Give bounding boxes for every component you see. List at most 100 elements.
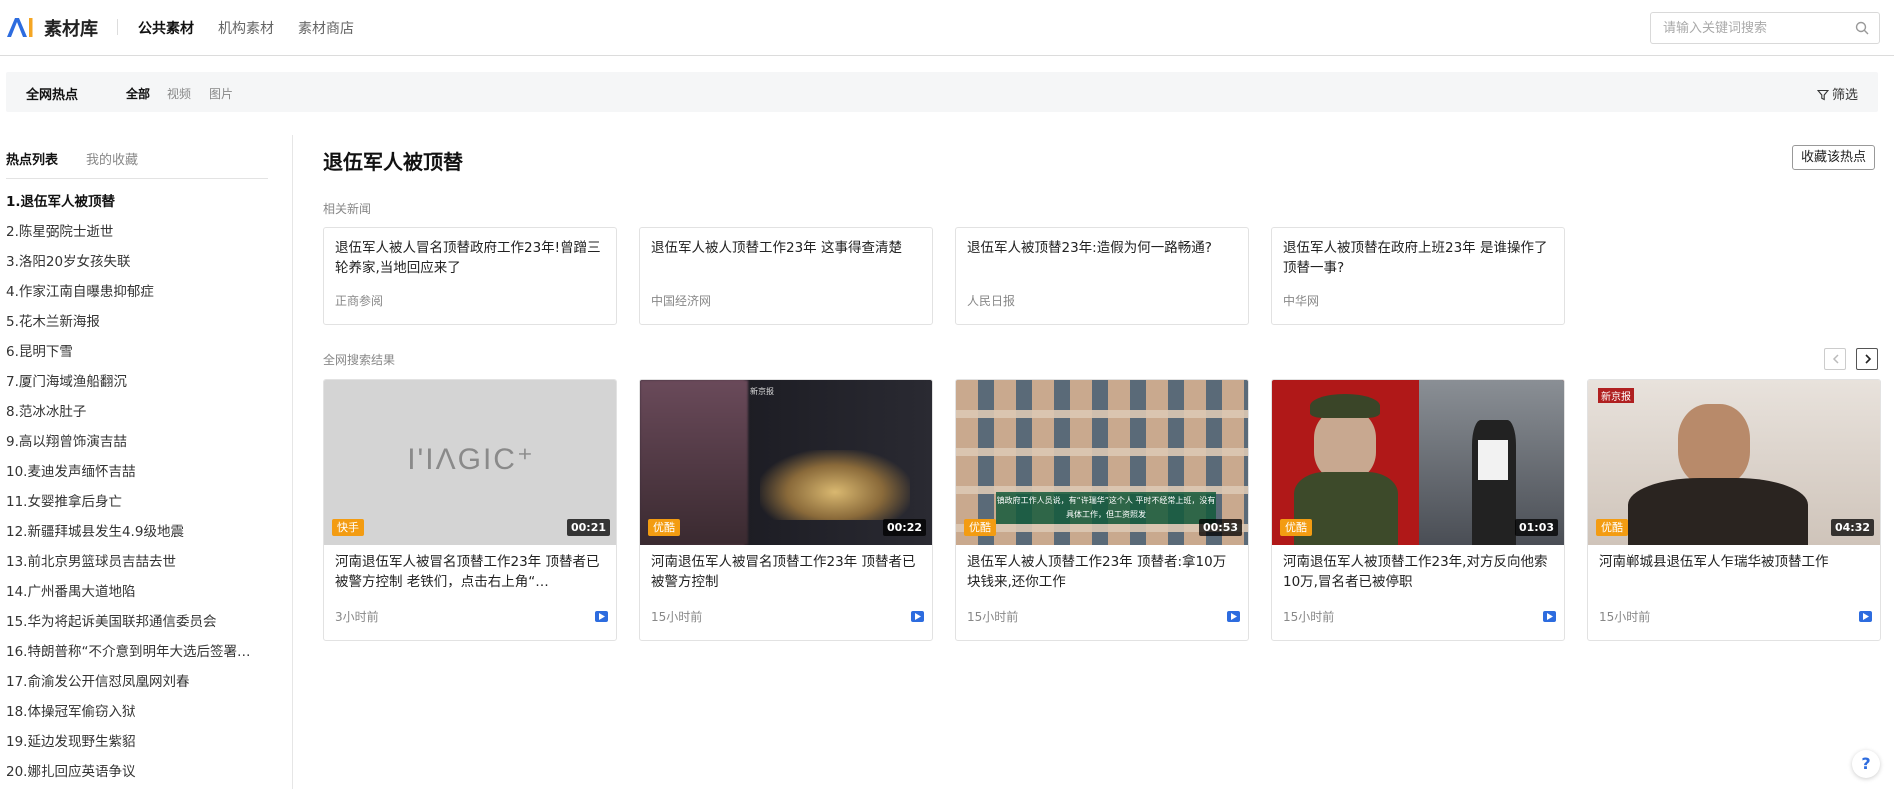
video-title: 退伍军人被人顶替工作23年 顶替者:拿10万块钱来,还你工作 bbox=[967, 554, 1227, 590]
news-title: 退伍军人被顶替在政府上班23年 是谁操作了顶替一事? bbox=[1283, 240, 1548, 276]
thumbnail-logo: 新京报 bbox=[750, 387, 774, 396]
video-time: 15小时前 bbox=[1599, 610, 1651, 624]
help-button[interactable]: ? bbox=[1852, 750, 1880, 778]
news-source: 人民日报 bbox=[967, 294, 1016, 308]
platform-badge: 优酷 bbox=[1280, 519, 1312, 536]
news-card[interactable]: 退伍军人被人冒名顶替政府工作23年!曾蹭三轮养家,当地回应来了 正商参阅 bbox=[323, 227, 617, 325]
nav-public-assets[interactable]: 公共素材 bbox=[138, 18, 194, 38]
video-card[interactable]: 优酷 01:03 河南退伍军人被顶替工作23年,对方反向他索10万,冒名者已被停… bbox=[1271, 379, 1565, 641]
video-duration: 00:22 bbox=[882, 519, 926, 536]
platform-badge: 优酷 bbox=[964, 519, 996, 536]
portrait-cap bbox=[1310, 394, 1380, 418]
tab-video[interactable]: 视频 bbox=[167, 85, 191, 102]
held-document bbox=[1478, 440, 1508, 480]
video-title: 河南退伍军人被冒名顶替工作23年 顶替者已被警方控制 bbox=[651, 554, 916, 590]
video-type-icon bbox=[1859, 611, 1872, 622]
news-title: 退伍军人被顶替23年:造假为何一路畅通? bbox=[967, 240, 1212, 256]
tab-all[interactable]: 全部 bbox=[126, 85, 150, 102]
search-box bbox=[1650, 12, 1880, 44]
video-thumbnail: 优酷 01:03 bbox=[1272, 380, 1564, 545]
hot-list: 1.退伍军人被顶替 2.陈星弼院士逝世 3.洛阳20岁女孩失联 4.作家江南自曝… bbox=[6, 187, 266, 787]
hot-list-item[interactable]: 15.华为将起诉美国联邦通信委员会 bbox=[6, 607, 266, 637]
brand-name: 素材库 bbox=[44, 19, 98, 40]
person-jacket bbox=[1628, 478, 1808, 545]
prev-page-button[interactable] bbox=[1824, 348, 1846, 370]
hot-list-item[interactable]: 6.昆明下雪 bbox=[6, 337, 266, 367]
video-card[interactable]: I'IΛGIC⁺ 快手 00:21 河南退伍军人被冒名顶替工作23年 顶替者已被… bbox=[323, 379, 617, 641]
video-title: 河南郸城县退伍军人乍瑞华被顶替工作 bbox=[1599, 554, 1829, 570]
hot-list-item[interactable]: 2.陈星弼院士逝世 bbox=[6, 217, 266, 247]
video-time: 15小时前 bbox=[651, 610, 703, 624]
video-duration: 00:21 bbox=[566, 519, 610, 536]
hot-list-item[interactable]: 5.花木兰新海报 bbox=[6, 307, 266, 337]
search-results-label: 全网搜索结果 bbox=[323, 353, 396, 367]
tab-image[interactable]: 图片 bbox=[209, 85, 233, 102]
video-type-icon bbox=[1227, 611, 1240, 622]
video-card[interactable]: 镇政府工作人员说，有“许瑞华”这个人 平时不经常上班，没有具体工作，但工资照发 … bbox=[955, 379, 1249, 641]
hot-list-item[interactable]: 12.新疆拜城县发生4.9级地震 bbox=[6, 517, 266, 547]
person-figure bbox=[1472, 420, 1516, 545]
video-time: 15小时前 bbox=[967, 610, 1019, 624]
hot-list-item[interactable]: 14.广州番禺大道地陷 bbox=[6, 577, 266, 607]
video-time: 15小时前 bbox=[1283, 610, 1335, 624]
video-card[interactable]: 新京报 优酷 04:32 河南郸城县退伍军人乍瑞华被顶替工作 15小时前 bbox=[1587, 379, 1881, 641]
thumbnail-logo: 新京报 bbox=[1598, 388, 1634, 403]
hot-list-item[interactable]: 13.前北京男篮球员吉喆去世 bbox=[6, 547, 266, 577]
video-type-icon bbox=[1543, 611, 1556, 622]
video-title: 河南退伍军人被冒名顶替工作23年 顶替者已被警方控制 老铁们，点击右上角“… bbox=[335, 554, 600, 590]
hot-topics-sidebar: 热点列表 我的收藏 1.退伍军人被顶替 2.陈星弼院士逝世 3.洛阳20岁女孩失… bbox=[0, 135, 293, 789]
tab-hot-list[interactable]: 热点列表 bbox=[6, 149, 58, 168]
chevron-left-icon bbox=[1832, 354, 1839, 364]
hot-list-item[interactable]: 10.麦迪发声缅怀吉喆 bbox=[6, 457, 266, 487]
hot-list-item[interactable]: 16.特朗普称“不介意到明年大选后签署… bbox=[6, 637, 266, 667]
hot-list-item[interactable]: 20.娜扎回应英语争议 bbox=[6, 757, 266, 787]
news-source: 中国经济网 bbox=[651, 294, 712, 308]
hot-list-item[interactable]: 8.范冰冰肚子 bbox=[6, 397, 266, 427]
hot-list-item[interactable]: 7.厦门海域渔船翻沉 bbox=[6, 367, 266, 397]
filter-label: 筛选 bbox=[1831, 88, 1858, 103]
news-card[interactable]: 退伍军人被顶替23年:造假为何一路畅通? 人民日报 bbox=[955, 227, 1249, 325]
hot-list-item[interactable]: 1.退伍军人被顶替 bbox=[6, 187, 266, 217]
tab-my-favorites[interactable]: 我的收藏 bbox=[86, 149, 138, 168]
platform-badge: 优酷 bbox=[1596, 519, 1628, 536]
news-source: 中华网 bbox=[1283, 294, 1320, 308]
video-duration: 04:32 bbox=[1830, 519, 1874, 536]
nav-org-assets[interactable]: 机构素材 bbox=[218, 18, 274, 38]
hot-list-item[interactable]: 19.延边发现野生紫貂 bbox=[6, 727, 266, 757]
platform-badge: 快手 bbox=[332, 519, 364, 536]
video-duration: 00:53 bbox=[1198, 519, 1242, 536]
person-face bbox=[1678, 404, 1750, 486]
platform-badge: 优酷 bbox=[648, 519, 680, 536]
news-title: 退伍军人被人顶替工作23年 这事得查清楚 bbox=[651, 240, 902, 256]
video-duration: 01:03 bbox=[1514, 519, 1558, 536]
hot-list-item[interactable]: 17.俞渝发公开信怼凤凰网刘春 bbox=[6, 667, 266, 697]
hot-list-item[interactable]: 11.女婴推拿后身亡 bbox=[6, 487, 266, 517]
hot-list-item[interactable]: 3.洛阳20岁女孩失联 bbox=[6, 247, 266, 277]
portrait-face bbox=[1314, 410, 1376, 480]
news-card[interactable]: 退伍军人被人顶替工作23年 这事得查清楚 中国经济网 bbox=[639, 227, 933, 325]
related-news-label: 相关新闻 bbox=[323, 202, 372, 216]
video-thumbnail: 新京报 优酷 04:32 bbox=[1588, 380, 1880, 545]
video-thumbnail: 镇政府工作人员说，有“许瑞华”这个人 平时不经常上班，没有具体工作，但工资照发 … bbox=[956, 380, 1248, 545]
filter-button[interactable]: 筛选 bbox=[1816, 84, 1858, 103]
sidebar-tabs: 热点列表 我的收藏 bbox=[6, 149, 268, 179]
nav-asset-store[interactable]: 素材商店 bbox=[298, 18, 354, 38]
thumbnail-watermark: I'IΛGIC⁺ bbox=[407, 443, 535, 476]
search-input[interactable] bbox=[1651, 13, 1841, 43]
help-icon: ? bbox=[1861, 754, 1871, 773]
hot-list-item[interactable]: 4.作家江南自曝患抑郁症 bbox=[6, 277, 266, 307]
news-card[interactable]: 退伍军人被顶替在政府上班23年 是谁操作了顶替一事? 中华网 bbox=[1271, 227, 1565, 325]
search-icon[interactable] bbox=[1855, 21, 1869, 35]
car-shape bbox=[760, 450, 910, 520]
hot-list-item[interactable]: 18.体操冠军偷窃入狱 bbox=[6, 697, 266, 727]
video-card[interactable]: 新京报 优酷 00:22 河南退伍军人被冒名顶替工作23年 顶替者已被警方控制 … bbox=[639, 379, 933, 641]
video-time: 3小时前 bbox=[335, 610, 379, 624]
video-title: 河南退伍军人被顶替工作23年,对方反向他索10万,冒名者已被停职 bbox=[1283, 554, 1548, 590]
news-source: 正商参阅 bbox=[335, 294, 384, 308]
top-bar: 素材库 公共素材 机构素材 素材商店 bbox=[0, 0, 1894, 56]
collect-topic-button[interactable]: 收藏该热点 bbox=[1792, 145, 1876, 170]
video-type-icon bbox=[911, 611, 924, 622]
next-page-button[interactable] bbox=[1856, 348, 1878, 370]
hot-list-item[interactable]: 9.高以翔曾饰演吉喆 bbox=[6, 427, 266, 457]
filter-bar: 全网热点 全部 视频 图片 筛选 bbox=[6, 72, 1878, 112]
